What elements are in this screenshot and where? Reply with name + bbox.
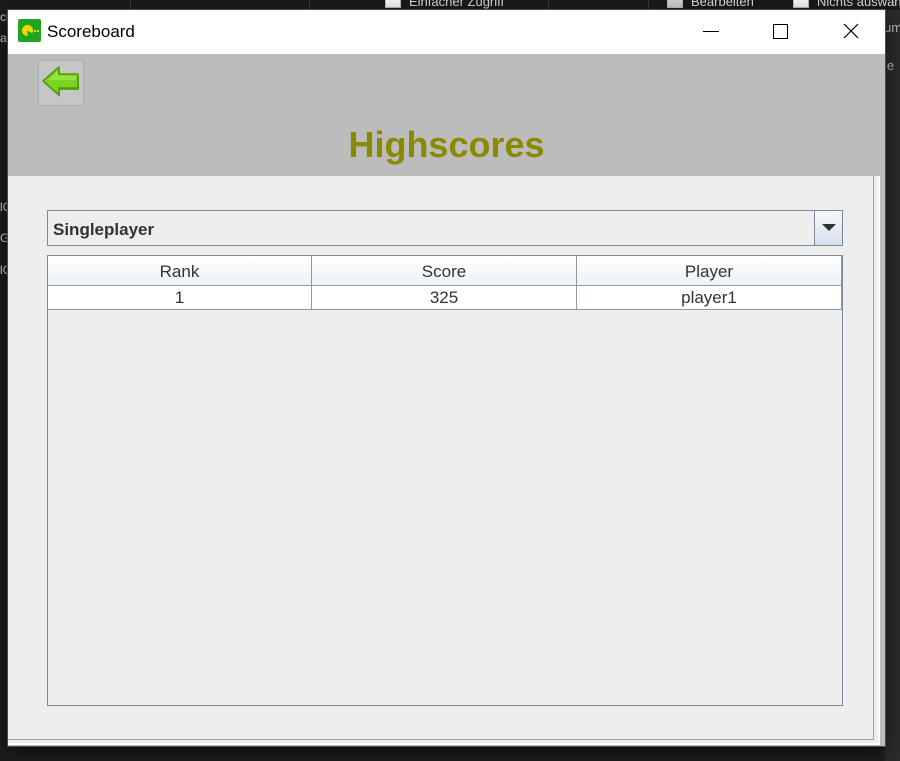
background-separator	[309, 0, 310, 10]
background-left-panel: cl ac lC G lC	[0, 10, 8, 761]
background-select-none-icon	[793, 0, 809, 8]
highscore-table: Rank Score Player 1 325 player1	[47, 255, 843, 706]
background-fragment: lC	[0, 200, 8, 214]
background-label: Einfacher Zugriff	[409, 0, 505, 9]
maximize-button[interactable]	[746, 10, 816, 54]
background-edit-icon	[667, 0, 683, 8]
background-separator	[130, 0, 131, 10]
back-arrow-icon	[42, 66, 79, 97]
highscore-panel: Singleplayer Rank Score Player 1 325 pla…	[8, 176, 880, 745]
background-fragment: G	[0, 231, 8, 245]
cell-rank: 1	[48, 286, 312, 310]
cell-player: player1	[577, 286, 842, 310]
game-mode-select[interactable]: Singleplayer	[47, 210, 843, 246]
game-mode-value: Singleplayer	[53, 220, 155, 239]
chevron-down-icon	[822, 224, 836, 231]
table-row[interactable]: 1 325 player1	[48, 286, 842, 310]
background-label: Bearbeiten	[691, 0, 754, 9]
window-title: Scoreboard	[47, 22, 135, 41]
background-fragment: cl	[0, 10, 8, 24]
background-fragment: um	[884, 20, 900, 35]
background-separator	[648, 0, 649, 10]
background-right-panel	[885, 10, 900, 761]
background-fragment: ac	[0, 31, 8, 45]
background-label: Nichts auswählen	[817, 0, 900, 9]
back-button[interactable]	[38, 60, 84, 106]
game-mode-dropdown-button[interactable]	[814, 211, 842, 245]
scoreboard-window: Scoreboard Highscores Singleplayer Rank …	[8, 10, 885, 746]
background-checkbox	[385, 0, 401, 8]
minimize-icon	[703, 31, 719, 32]
column-header-player[interactable]: Player	[577, 256, 842, 286]
cell-score: 325	[312, 286, 577, 310]
pacman-app-icon	[18, 19, 41, 42]
background-fragment: le	[884, 58, 895, 73]
page-title: Highscores	[348, 124, 545, 165]
column-header-score[interactable]: Score	[312, 256, 577, 286]
minimize-button[interactable]	[676, 10, 746, 54]
background-separator	[548, 0, 549, 10]
close-button[interactable]	[815, 10, 885, 54]
close-icon	[843, 23, 859, 39]
maximize-icon	[773, 24, 788, 39]
background-toolbar: Einfacher Zugriff Bearbeiten Nichts ausw…	[0, 0, 900, 10]
title-bar[interactable]: Scoreboard	[8, 10, 885, 54]
column-header-rank[interactable]: Rank	[48, 256, 312, 286]
background-fragment: lC	[0, 263, 8, 277]
table-header: Rank Score Player	[48, 256, 842, 286]
